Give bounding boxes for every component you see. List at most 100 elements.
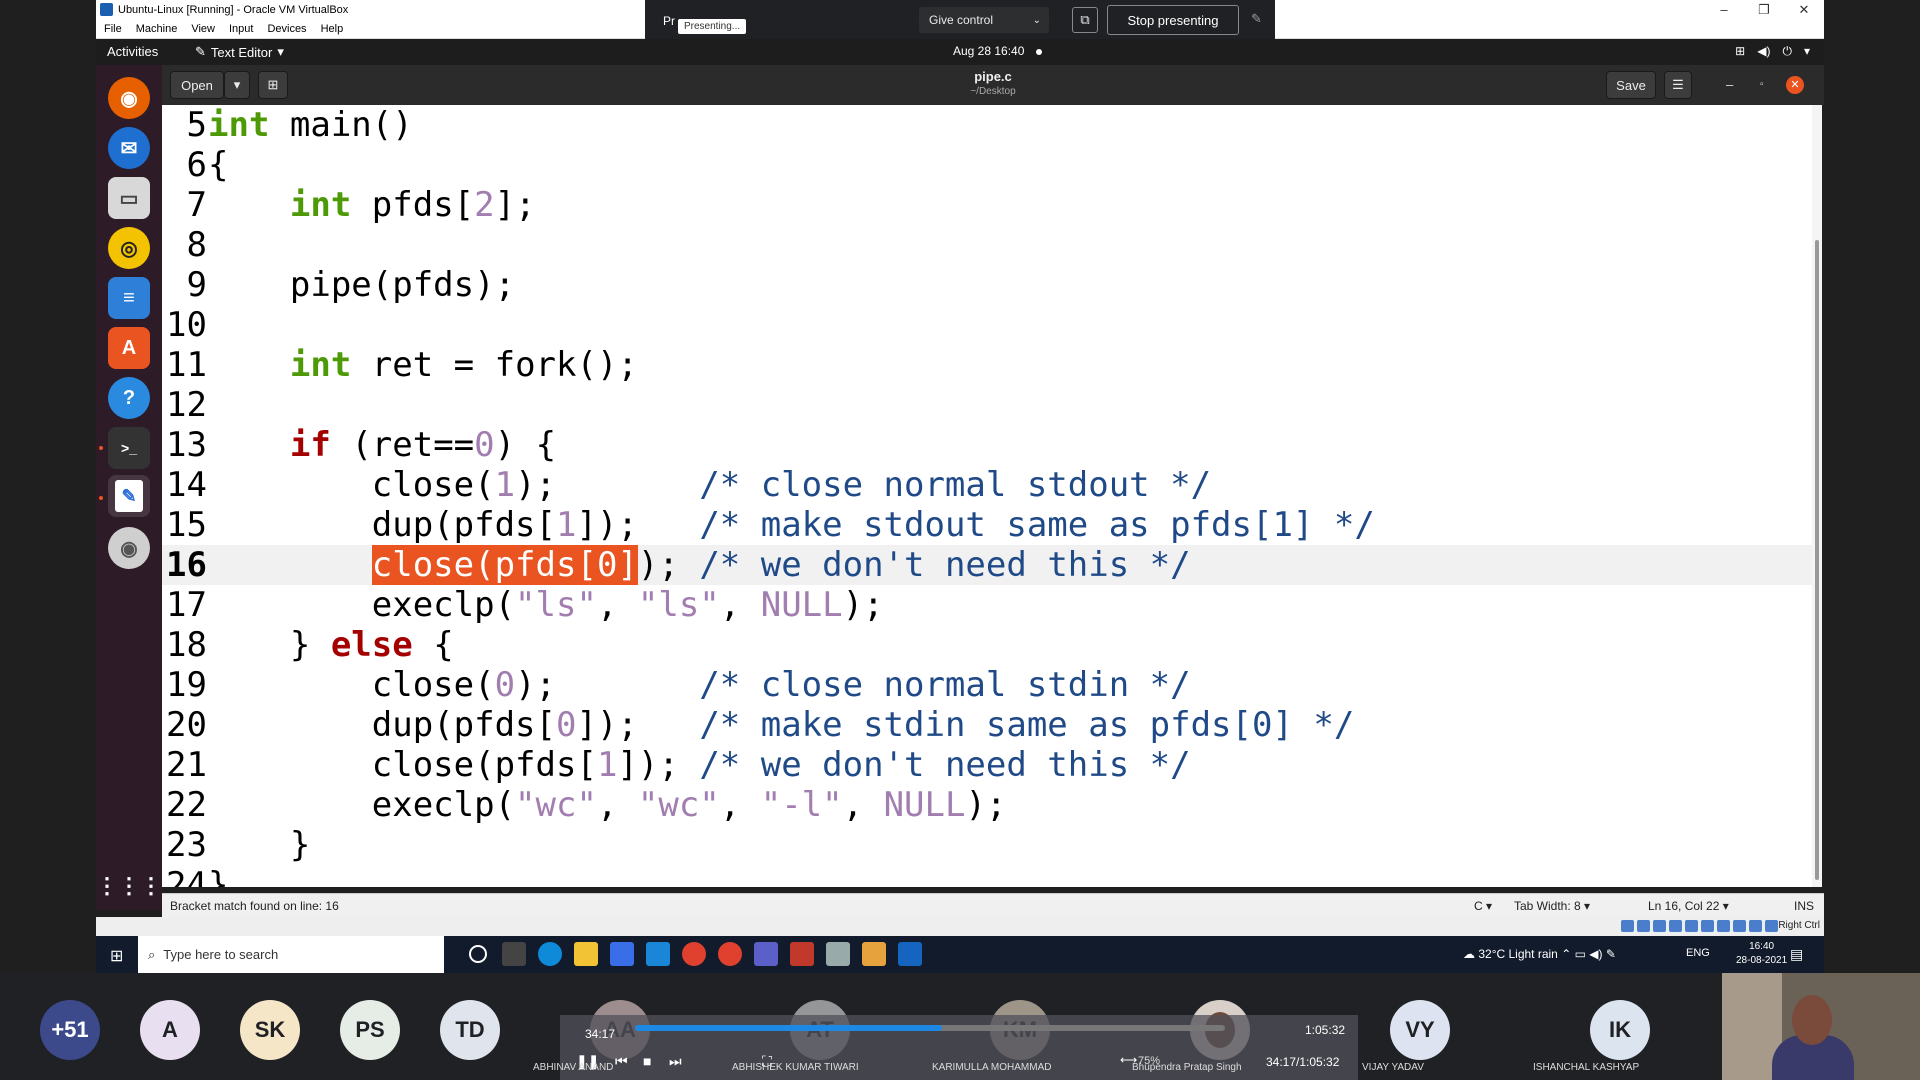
task-view-icon[interactable]: [502, 942, 526, 966]
player-progress-bar[interactable]: [635, 1025, 1225, 1031]
software-center-icon[interactable]: A: [108, 327, 150, 369]
taskbar-apps: [466, 942, 922, 966]
notifications-icon[interactable]: ▤: [1790, 946, 1803, 963]
editor-scrollbar[interactable]: [1812, 105, 1822, 887]
menu-input[interactable]: Input: [229, 23, 253, 35]
close-icon[interactable]: ✕: [1784, 0, 1824, 19]
participant-avatar[interactable]: SK: [240, 1000, 300, 1060]
virtualbox-taskbar-icon[interactable]: [862, 942, 886, 966]
teams-icon[interactable]: [754, 942, 778, 966]
file-explorer-icon[interactable]: [574, 942, 598, 966]
3d-viewer-icon[interactable]: [826, 942, 850, 966]
participant-avatar[interactable]: VY: [1390, 1000, 1450, 1060]
display-icon[interactable]: [1717, 920, 1730, 932]
edge-icon[interactable]: [538, 942, 562, 966]
document-path: ~/Desktop: [970, 86, 1016, 97]
code-text: close(pfds[0]); /* we don't need this */: [371, 545, 1191, 585]
usb-icon[interactable]: [1685, 920, 1698, 932]
vbox-window-controls: – ❐ ✕: [1704, 0, 1824, 19]
code-editor[interactable]: 5 int main() 6{ 7 int pfds[2]; 8 9 pipe(p…: [162, 105, 1822, 887]
avatar-initials: IK: [1609, 1017, 1631, 1042]
cpu-icon[interactable]: [1749, 920, 1762, 932]
pin-icon[interactable]: ✎: [1251, 11, 1262, 27]
libreoffice-writer-icon[interactable]: ≡: [108, 277, 150, 319]
hamburger-menu-icon[interactable]: ☰: [1664, 71, 1692, 99]
menu-file[interactable]: File: [104, 23, 122, 35]
app-menu-label: Text Editor: [210, 44, 273, 60]
firefox-icon[interactable]: ◉: [108, 77, 150, 119]
participant-avatar[interactable]: IK: [1590, 1000, 1650, 1060]
code-line: 11 int ret = fork();: [162, 345, 1812, 385]
save-button[interactable]: Save: [1606, 71, 1656, 99]
menu-machine[interactable]: Machine: [136, 23, 178, 35]
cortana-icon[interactable]: [469, 945, 487, 963]
tab-width-selector[interactable]: Tab Width: 8 ▾: [1514, 899, 1590, 913]
taskbar-clock[interactable]: 16:40 28-08-2021: [1736, 940, 1787, 968]
rhythmbox-icon[interactable]: ◎: [108, 227, 150, 269]
line-number: 19: [166, 665, 207, 705]
code-text: }: [208, 825, 311, 865]
search-placeholder: Type here to search: [163, 947, 279, 962]
stop-presenting-button[interactable]: Stop presenting: [1107, 5, 1239, 35]
cursor-position-selector[interactable]: Ln 16, Col 22 ▾: [1648, 899, 1729, 913]
scrollbar-thumb[interactable]: [1815, 240, 1819, 880]
restore-icon[interactable]: ❐: [1744, 0, 1784, 19]
running-indicator-icon: [99, 446, 103, 450]
language-selector[interactable]: C ▾: [1474, 899, 1492, 913]
hdd-icon[interactable]: [1621, 920, 1634, 932]
participant-avatar[interactable]: A: [140, 1000, 200, 1060]
mouse-integration-icon[interactable]: [1765, 920, 1778, 932]
shared-folder-icon[interactable]: [1701, 920, 1714, 932]
close-icon[interactable]: ✕: [1786, 76, 1804, 94]
taskbar-search[interactable]: ⌕ Type here to search: [138, 936, 444, 973]
clock-text: Aug 28 16:40: [953, 44, 1025, 58]
code-line: 6{: [162, 145, 1812, 185]
minimize-icon[interactable]: –: [1726, 77, 1733, 92]
terminal-icon[interactable]: >_: [108, 427, 150, 469]
windows-start-icon[interactable]: ⊞: [110, 946, 123, 966]
text-editor-dock-icon[interactable]: ✎: [108, 475, 150, 517]
cloud-icon: ☁: [1463, 947, 1479, 961]
insert-mode: INS: [1793, 899, 1814, 913]
chrome-profile-icon[interactable]: [718, 942, 742, 966]
weather-widget[interactable]: ☁ 32°C Light rain ⌃ ▭ ◀) ✎: [1463, 947, 1616, 961]
mail-icon[interactable]: [646, 942, 670, 966]
menu-view[interactable]: View: [191, 23, 215, 35]
menu-devices[interactable]: Devices: [267, 23, 306, 35]
menu-help[interactable]: Help: [321, 23, 344, 35]
audio-icon[interactable]: [1653, 920, 1666, 932]
fast-forward-icon[interactable]: ⏭: [669, 1053, 682, 1070]
activities-button[interactable]: Activities: [107, 44, 158, 59]
chrome-icon[interactable]: [682, 942, 706, 966]
vbox-statusbar: Right Ctrl: [96, 917, 1824, 936]
show-applications-icon[interactable]: ⋮⋮⋮: [96, 865, 162, 907]
participant-avatar[interactable]: +51: [40, 1000, 100, 1060]
store-icon[interactable]: [610, 942, 634, 966]
stop-icon[interactable]: ■: [643, 1053, 651, 1069]
rewind-icon[interactable]: ⏮: [615, 1053, 628, 1070]
thunderbird-icon[interactable]: ✉: [108, 127, 150, 169]
video-capture-icon[interactable]: [1733, 920, 1746, 932]
optical-drive-icon[interactable]: ◉: [108, 527, 150, 569]
pdf-reader-icon[interactable]: [790, 942, 814, 966]
screen-share-icon[interactable]: ⧉: [1072, 7, 1098, 33]
app-menu[interactable]: ✎ Text Editor ▾: [195, 44, 284, 60]
network-icon[interactable]: [1669, 920, 1682, 932]
input-language[interactable]: ENG: [1686, 947, 1710, 959]
presenter-video-tile[interactable]: [1722, 973, 1920, 1080]
files-icon[interactable]: ▭: [108, 177, 150, 219]
minimize-icon[interactable]: –: [1704, 0, 1744, 19]
help-icon[interactable]: ?: [108, 377, 150, 419]
cd-icon[interactable]: [1637, 920, 1650, 932]
clock[interactable]: Aug 28 16:40: [953, 44, 1043, 58]
system-tray[interactable]: ⊞ ◀) ⏻ ▾: [1735, 44, 1810, 59]
maximize-icon[interactable]: ▫: [1760, 79, 1764, 90]
participant-avatar[interactable]: TD: [440, 1000, 500, 1060]
code-line: 15 dup(pfds[1]); /* make stdout same as …: [162, 505, 1812, 545]
whiteboard-icon[interactable]: [898, 942, 922, 966]
participant-avatar[interactable]: PS: [340, 1000, 400, 1060]
participant-name: ISHANCHAL KASHYAP: [1533, 1062, 1640, 1073]
give-control-button[interactable]: Give control ⌄: [919, 7, 1049, 33]
gedit-headerbar: Open ▾ ⊞ pipe.c ~/Desktop Save ☰ – ▫ ✕: [162, 65, 1824, 105]
line-number: 8: [186, 225, 207, 265]
